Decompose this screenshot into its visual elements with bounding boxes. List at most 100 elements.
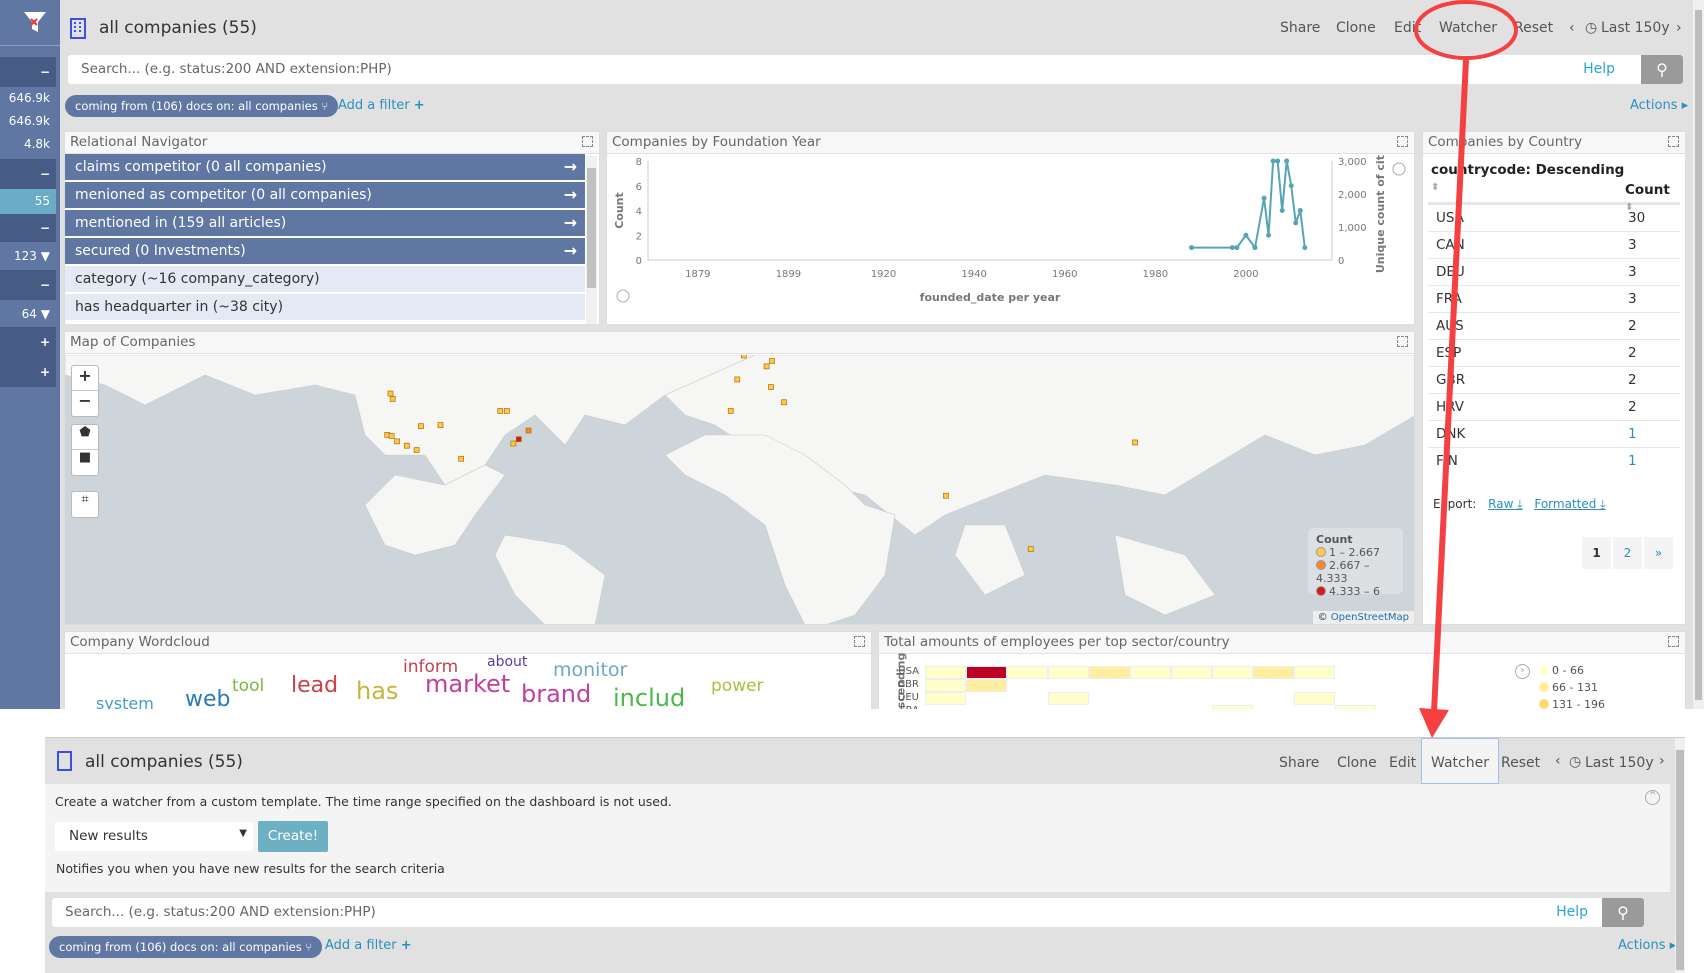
edit-button[interactable]: Edit xyxy=(1394,20,1421,36)
legend-toggle-icon[interactable]: › xyxy=(1515,664,1530,679)
column-header-count[interactable]: Count ⬍ xyxy=(1625,182,1680,214)
expand-icon[interactable] xyxy=(582,136,593,147)
add-filter-link[interactable]: Add a filter + xyxy=(338,98,425,113)
expand-icon[interactable] xyxy=(1668,636,1679,647)
heatmap-cell[interactable] xyxy=(1335,705,1376,709)
sidebar-toggle[interactable]: + xyxy=(0,327,56,357)
watcher-button-active[interactable]: Watcher xyxy=(1421,738,1499,784)
expand-icon[interactable] xyxy=(1397,136,1408,147)
create-button[interactable]: Create! xyxy=(258,821,328,852)
heatmap-cell[interactable] xyxy=(925,692,966,705)
heatmap-cell[interactable] xyxy=(1089,666,1130,679)
chevron-right-icon[interactable]: › xyxy=(1676,20,1682,36)
filter-pill[interactable]: coming from (106) docs on: all companies… xyxy=(65,95,339,117)
legend-item[interactable]: 131 - 196 xyxy=(1539,698,1605,709)
page-button[interactable]: » xyxy=(1644,537,1673,569)
expand-icon[interactable] xyxy=(1397,336,1408,347)
share-button[interactable]: Share xyxy=(1279,755,1319,771)
time-range[interactable]: Last 150y xyxy=(1585,755,1654,771)
page-button[interactable]: 2 xyxy=(1613,537,1642,569)
country-code-cell[interactable]: DNK xyxy=(1428,420,1620,448)
world-map[interactable] xyxy=(65,355,1415,625)
collapse-icon[interactable]: ^ xyxy=(1645,790,1660,805)
template-select[interactable]: New results ▼ xyxy=(55,822,253,851)
add-filter-link[interactable]: Add a filter + xyxy=(325,938,412,953)
heatmap-cell[interactable] xyxy=(1253,666,1294,679)
sidebar-count[interactable]: 123 ▼ xyxy=(0,242,56,270)
time-range[interactable]: Last 150y xyxy=(1601,20,1670,36)
search-button[interactable]: ⚲ xyxy=(1641,55,1683,84)
heatmap-cell[interactable] xyxy=(1048,692,1089,705)
edit-button[interactable]: Edit xyxy=(1389,755,1416,771)
filter-icon[interactable]: ▼ xyxy=(41,307,50,321)
heatmap-cell[interactable] xyxy=(1007,666,1048,679)
sidebar-toggle[interactable]: + xyxy=(0,357,56,387)
scrollbar[interactable] xyxy=(586,156,597,324)
sidebar-count[interactable]: 4.8k xyxy=(0,133,56,156)
search-button[interactable]: ⚲ xyxy=(1602,898,1644,927)
heatmap-cell[interactable] xyxy=(1212,705,1253,709)
word[interactable]: has xyxy=(356,677,398,705)
sidebar-toggle[interactable]: − xyxy=(0,57,56,87)
heatmap-cell[interactable] xyxy=(966,666,1007,679)
filter-icon[interactable]: ▼ xyxy=(41,249,50,263)
export-raw-link[interactable]: Raw ⤓ xyxy=(1488,497,1522,511)
sidebar-toggle[interactable]: − xyxy=(0,214,56,242)
word[interactable]: lead xyxy=(291,673,338,698)
clone-button[interactable]: Clone xyxy=(1336,20,1376,36)
arrow-right-icon[interactable]: → xyxy=(564,157,577,176)
word[interactable]: web xyxy=(185,687,231,709)
column-header-countrycode[interactable]: countrycode: Descending xyxy=(1431,162,1624,178)
country-code-cell[interactable]: CAN xyxy=(1428,231,1620,259)
country-code-cell[interactable]: AUS xyxy=(1428,312,1620,340)
country-code-cell[interactable]: FIN xyxy=(1428,447,1620,475)
openstreetmap-link[interactable]: OpenStreetMap xyxy=(1331,612,1409,623)
heatmap-cell[interactable] xyxy=(1294,666,1335,679)
reset-button[interactable]: Reset xyxy=(1514,20,1553,36)
sidebar-count[interactable]: 646.9k xyxy=(0,87,56,110)
word[interactable]: system xyxy=(96,694,154,709)
arrow-right-icon[interactable]: → xyxy=(564,185,577,204)
search-input[interactable]: Search... (e.g. status:200 AND extension… xyxy=(68,55,1683,84)
clone-button[interactable]: Clone xyxy=(1337,755,1377,771)
heatmap-cell[interactable] xyxy=(1294,692,1335,705)
legend-item[interactable]: 0 - 66 xyxy=(1539,664,1605,677)
crop-icon[interactable]: ⌗ xyxy=(71,491,99,518)
expand-icon[interactable] xyxy=(854,636,865,647)
arrow-right-icon[interactable]: → xyxy=(564,213,577,232)
word[interactable]: power xyxy=(711,676,764,696)
filter-pill[interactable]: coming from (106) docs on: all companies… xyxy=(49,936,323,958)
actions-link[interactable]: Actions ▸ xyxy=(1630,98,1688,113)
relation-item[interactable]: secured (0 Investments) → xyxy=(65,238,585,266)
heatmap-cell[interactable] xyxy=(1212,666,1253,679)
expand-icon[interactable] xyxy=(1668,136,1679,147)
share-button[interactable]: Share xyxy=(1280,20,1320,36)
country-code-cell[interactable]: ESP xyxy=(1428,339,1620,367)
help-link[interactable]: Help xyxy=(1556,904,1588,920)
heatmap-cell[interactable] xyxy=(925,666,966,679)
country-code-cell[interactable]: GBR xyxy=(1428,366,1620,394)
zoom-in-button[interactable]: + xyxy=(72,366,98,391)
search-input[interactable]: Search... (e.g. status:200 AND extension… xyxy=(52,898,1644,927)
country-code-cell[interactable]: HRV xyxy=(1428,393,1620,421)
page-button[interactable]: 1 xyxy=(1582,537,1611,569)
reset-button[interactable]: Reset xyxy=(1501,755,1540,771)
help-link[interactable]: Help xyxy=(1583,61,1615,77)
draw-rectangle-icon[interactable]: ■ xyxy=(72,450,98,475)
sidebar-toggle[interactable]: − xyxy=(0,270,56,300)
page-scrollbar[interactable] xyxy=(1693,0,1704,709)
sidebar-count[interactable]: 64 ▼ xyxy=(0,300,56,328)
chevron-left-icon[interactable]: ‹ xyxy=(1569,20,1575,36)
heatmap-cell[interactable] xyxy=(925,679,966,692)
export-formatted-link[interactable]: Formatted ⤓ xyxy=(1534,497,1605,511)
heatmap-cell[interactable] xyxy=(1130,666,1171,679)
relation-item[interactable]: claims competitor (0 all companies) → xyxy=(65,154,585,182)
word[interactable]: monitor xyxy=(553,659,627,681)
watcher-button[interactable]: Watcher xyxy=(1439,20,1497,36)
sidebar-count[interactable]: 646.9k xyxy=(0,110,56,133)
chevron-right-icon[interactable]: › xyxy=(1659,753,1665,769)
relation-item[interactable]: has headquarter in (~38 city) xyxy=(65,294,585,322)
sidebar-count[interactable]: 55 xyxy=(0,189,56,214)
word[interactable]: includ xyxy=(613,684,685,709)
zoom-out-button[interactable]: − xyxy=(72,391,98,416)
